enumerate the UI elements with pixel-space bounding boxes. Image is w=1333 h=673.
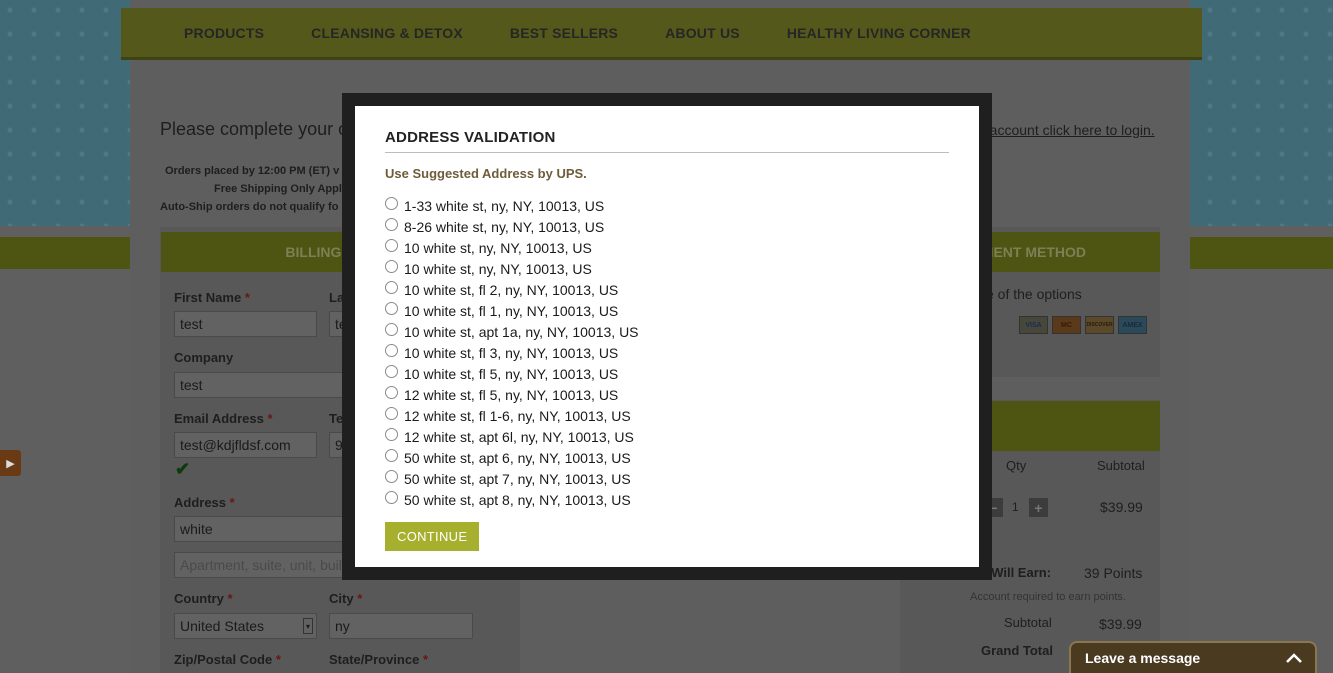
company-label: Company <box>174 350 234 365</box>
chat-widget[interactable]: Leave a message <box>1069 641 1317 673</box>
nav-item-cleansing-detox[interactable]: CLEANSING & DETOX <box>311 25 463 41</box>
first-name-field[interactable]: test <box>174 311 317 337</box>
address-radio[interactable] <box>385 260 398 273</box>
address-field[interactable]: white <box>174 516 354 542</box>
address-radio[interactable] <box>385 470 398 483</box>
notice-line-1: Orders placed by 12:00 PM (ET) v <box>165 165 340 177</box>
address-option-label: 50 white st, apt 6, ny, NY, 10013, US <box>404 449 631 466</box>
address-radio[interactable] <box>385 302 398 315</box>
address-option[interactable]: 10 white st, ny, NY, 10013, US <box>385 237 949 258</box>
address-option-label: 10 white st, ny, NY, 10013, US <box>404 239 592 256</box>
address-option-label: 50 white st, apt 8, ny, NY, 10013, US <box>404 491 631 508</box>
chevron-down-icon: ▾ <box>303 618 313 634</box>
address-option-list: 1-33 white st, ny, NY, 10013, US 8-26 wh… <box>385 195 949 510</box>
country-select[interactable]: United States ▾ <box>174 613 317 639</box>
address-radio[interactable] <box>385 407 398 420</box>
earn-note: Account required to earn points. <box>970 591 1126 603</box>
subtotal-header: Subtotal <box>1097 458 1145 473</box>
amex-icon: AMEX <box>1118 316 1147 334</box>
email-label: Email Address * <box>174 411 273 426</box>
grand-total-label: Grand Total <box>981 643 1053 658</box>
modal-title: ADDRESS VALIDATION <box>385 129 949 153</box>
chat-label: Leave a message <box>1085 650 1201 666</box>
subtotal-label: Subtotal <box>1004 615 1052 630</box>
address-option[interactable]: 10 white st, fl 5, ny, NY, 10013, US <box>385 363 949 384</box>
payment-options-text: e of the options <box>986 286 1082 302</box>
address-option-label: 50 white st, apt 7, ny, NY, 10013, US <box>404 470 631 487</box>
qty-value[interactable]: 1 <box>1012 500 1019 514</box>
address-option-label: 10 white st, fl 5, ny, NY, 10013, US <box>404 365 619 382</box>
address-radio[interactable] <box>385 449 398 462</box>
earn-value: 39 Points <box>1084 565 1143 581</box>
login-link[interactable]: n account click here to login. <box>978 122 1155 138</box>
address-option-label: 8-26 white st, ny, NY, 10013, US <box>404 218 605 235</box>
address-option-label: 10 white st, fl 2, ny, NY, 10013, US <box>404 281 619 298</box>
notice-line-3: Auto-Ship orders do not qualify fo <box>160 201 339 213</box>
address-option[interactable]: 10 white st, apt 1a, ny, NY, 10013, US <box>385 321 949 342</box>
address2-field[interactable]: Apartment, suite, unit, buil <box>174 552 354 578</box>
city-label: City * <box>329 591 363 606</box>
qty-increase-button[interactable]: + <box>1029 498 1048 517</box>
zip-label: Zip/Postal Code * <box>174 652 281 667</box>
line-subtotal: $39.99 <box>1100 499 1143 515</box>
visa-icon: VISA <box>1019 316 1048 334</box>
address-option[interactable]: 1-33 white st, ny, NY, 10013, US <box>385 195 949 216</box>
chevron-up-icon <box>1286 653 1302 663</box>
address-radio[interactable] <box>385 218 398 231</box>
address-radio[interactable] <box>385 491 398 504</box>
address-option-label: 1-33 white st, ny, NY, 10013, US <box>404 197 605 214</box>
address-option[interactable]: 8-26 white st, ny, NY, 10013, US <box>385 216 949 237</box>
address-option[interactable]: 10 white st, fl 1, ny, NY, 10013, US <box>385 300 949 321</box>
address-option[interactable]: 50 white st, apt 7, ny, NY, 10013, US <box>385 468 949 489</box>
nav-item-best-sellers[interactable]: BEST SELLERS <box>510 25 618 41</box>
address-option-label: 12 white st, fl 1-6, ny, NY, 10013, US <box>404 407 631 424</box>
country-select-value: United States <box>180 618 265 634</box>
address-validation-modal: ADDRESS VALIDATION Use Suggested Address… <box>355 106 979 567</box>
address-option-label: 10 white st, fl 1, ny, NY, 10013, US <box>404 302 619 319</box>
company-field[interactable]: test <box>174 372 354 398</box>
address-option-label: 10 white st, apt 1a, ny, NY, 10013, US <box>404 323 639 340</box>
qty-header: Qty <box>1006 458 1027 473</box>
nav-item-healthy-living[interactable]: HEALTHY LIVING CORNER <box>787 25 971 41</box>
modal-subtitle: Use Suggested Address by UPS. <box>385 166 587 181</box>
address-option-label: 12 white st, fl 5, ny, NY, 10013, US <box>404 386 619 403</box>
email-field[interactable]: test@kdjfldsf.com <box>174 432 317 458</box>
play-icon: ▶ <box>6 457 15 470</box>
address-option[interactable]: 10 white st, ny, NY, 10013, US <box>385 258 949 279</box>
country-label: Country * <box>174 591 233 606</box>
mastercard-icon: MC <box>1052 316 1081 334</box>
continue-button[interactable]: CONTINUE <box>385 522 480 551</box>
city-field[interactable]: ny <box>329 613 473 639</box>
nav-item-about-us[interactable]: ABOUT US <box>665 25 740 41</box>
notice-line-2: Free Shipping Only Appli <box>214 183 345 195</box>
address-radio[interactable] <box>385 344 398 357</box>
address-radio[interactable] <box>385 428 398 441</box>
side-expand-tab[interactable]: ▶ <box>0 450 21 476</box>
first-name-label: First Name * <box>174 290 250 305</box>
address-radio[interactable] <box>385 386 398 399</box>
check-icon: ✔ <box>175 459 191 479</box>
nav-item-products[interactable]: PRODUCTS <box>184 25 264 41</box>
address-radio[interactable] <box>385 239 398 252</box>
address-radio[interactable] <box>385 323 398 336</box>
address-radio[interactable] <box>385 365 398 378</box>
checkout-intro: Please complete your or <box>160 119 355 139</box>
discover-icon: DISCOVER <box>1085 316 1114 334</box>
address-option-label: 10 white st, fl 3, ny, NY, 10013, US <box>404 344 619 361</box>
address-option[interactable]: 10 white st, fl 3, ny, NY, 10013, US <box>385 342 949 363</box>
address-option[interactable]: 12 white st, fl 1-6, ny, NY, 10013, US <box>385 405 949 426</box>
address-option[interactable]: 12 white st, fl 5, ny, NY, 10013, US <box>385 384 949 405</box>
address-option[interactable]: 50 white st, apt 6, ny, NY, 10013, US <box>385 447 949 468</box>
address-option[interactable]: 10 white st, fl 2, ny, NY, 10013, US <box>385 279 949 300</box>
address-option[interactable]: 50 white st, apt 8, ny, NY, 10013, US <box>385 489 949 510</box>
main-nav: PRODUCTS CLEANSING & DETOX BEST SELLERS … <box>121 8 1202 60</box>
address-radio[interactable] <box>385 281 398 294</box>
address-option[interactable]: 12 white st, apt 6l, ny, NY, 10013, US <box>385 426 949 447</box>
subtotal-value: $39.99 <box>1099 616 1142 632</box>
address-option-label: 12 white st, apt 6l, ny, NY, 10013, US <box>404 428 634 445</box>
address-option-label: 10 white st, ny, NY, 10013, US <box>404 260 592 277</box>
state-label: State/Province * <box>329 652 429 667</box>
address-label: Address * <box>174 495 235 510</box>
address-radio[interactable] <box>385 197 398 210</box>
